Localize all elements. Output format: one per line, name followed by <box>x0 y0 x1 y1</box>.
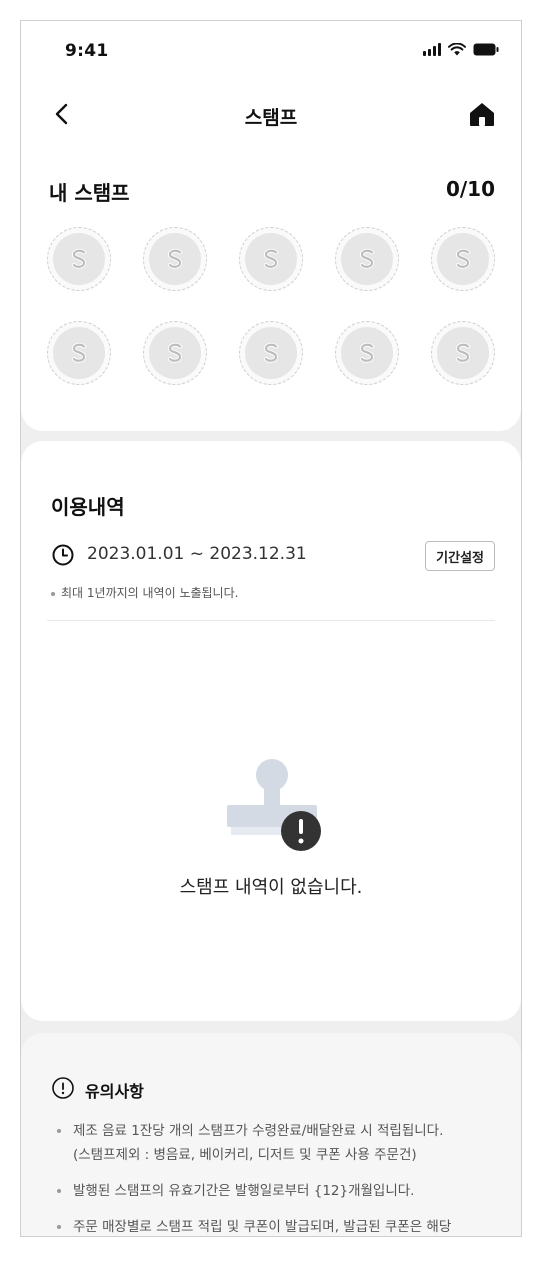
wifi-icon <box>448 43 466 56</box>
stamp-placeholder-icon <box>456 342 470 363</box>
stamp-slot <box>431 321 495 385</box>
stamp-card: 9:41 스탬프 내 스탬프 0/10 <box>21 21 521 431</box>
notice-item: 주문 매장별로 스탬프 적립 및 쿠폰이 발급되며, 발급된 쿠폰은 해당 <box>55 1215 501 1236</box>
stamp-placeholder <box>245 327 297 379</box>
back-arrow-icon <box>55 103 68 125</box>
stamp-slot <box>335 321 399 385</box>
status-icons <box>423 43 499 56</box>
notice-title: 유의사항 <box>85 1082 144 1101</box>
stamp-placeholder <box>53 327 105 379</box>
stamp-slot <box>335 227 399 291</box>
bullet-dot <box>51 591 55 596</box>
status-bar: 9:41 <box>21 21 521 81</box>
date-range-note: 최대 1년까지의 내역이 노출됩니다. <box>51 584 238 601</box>
stamp-placeholder <box>149 233 201 285</box>
divider <box>47 620 495 621</box>
empty-message: 스탬프 내역이 없습니다. <box>179 877 363 898</box>
stamp-placeholder <box>341 233 393 285</box>
stamp-placeholder <box>341 327 393 379</box>
stamp-placeholder-icon <box>264 342 278 363</box>
stamp-slot <box>239 227 303 291</box>
battery-icon <box>473 43 499 56</box>
stamp-count: 0/10 <box>445 177 495 201</box>
date-range-text: 2023.01.01 ~ 2023.12.31 <box>87 544 307 564</box>
stamp-placeholder <box>437 327 489 379</box>
home-icon <box>470 103 494 126</box>
info-circle-icon <box>52 1077 74 1099</box>
stamp-header: 내 스탬프 0/10 <box>49 177 495 207</box>
status-time: 9:41 <box>65 41 109 61</box>
clock-icon <box>52 544 74 566</box>
stamp-placeholder-icon <box>72 342 86 363</box>
stamp-placeholder-icon <box>168 342 182 363</box>
stamp-slot <box>431 227 495 291</box>
stamp-slot <box>47 321 111 385</box>
stamp-placeholder <box>53 233 105 285</box>
stamp-slot <box>143 227 207 291</box>
signal-icon <box>423 43 441 56</box>
stamp-placeholder-icon <box>264 248 278 269</box>
notice-item: 제조 음료 1잔당 개의 스탬프가 수령완료/배달완료 시 적립됩니다. (스탬… <box>55 1119 501 1167</box>
stamp-slot <box>143 321 207 385</box>
stamp-illustration-icon <box>227 759 321 851</box>
stamp-slot <box>239 321 303 385</box>
stamp-slot <box>47 227 111 291</box>
period-setting-button[interactable]: 기간설정 <box>425 541 495 571</box>
notice-card: 유의사항 제조 음료 1잔당 개의 스탬프가 수령완료/배달완료 시 적립됩니다… <box>21 1033 521 1236</box>
notice-list: 제조 음료 1잔당 개의 스탬프가 수령완료/배달완료 시 적립됩니다. (스탬… <box>55 1119 501 1236</box>
page-title: 스탬프 <box>244 107 298 129</box>
stamp-placeholder <box>245 233 297 285</box>
back-button[interactable] <box>47 99 77 129</box>
stamp-placeholder-icon <box>360 342 374 363</box>
date-range-row: 2023.01.01 ~ 2023.12.31 기간설정 <box>51 541 495 571</box>
home-button[interactable] <box>467 99 497 129</box>
stamp-section-title: 내 스탬프 <box>49 181 130 205</box>
stamp-placeholder <box>437 233 489 285</box>
stamp-placeholder-icon <box>168 248 182 269</box>
stamp-placeholder <box>149 327 201 379</box>
notice-item: 발행된 스탬프의 유효기간은 발행일로부터 {12}개월입니다. <box>55 1179 501 1203</box>
usage-title: 이용내역 <box>51 495 125 519</box>
stamp-placeholder-icon <box>360 248 374 269</box>
nav-bar: 스탬프 <box>21 93 521 137</box>
phone-frame: 9:41 스탬프 내 스탬프 0/10 이용내역 2023.01.01 ~ 20… <box>20 20 522 1237</box>
stamp-placeholder-icon <box>456 248 470 269</box>
date-note-text: 최대 1년까지의 내역이 노출됩니다. <box>61 586 239 600</box>
stamp-placeholder-icon <box>72 248 86 269</box>
usage-history-card: 이용내역 2023.01.01 ~ 2023.12.31 기간설정 최대 1년까… <box>21 441 521 1021</box>
